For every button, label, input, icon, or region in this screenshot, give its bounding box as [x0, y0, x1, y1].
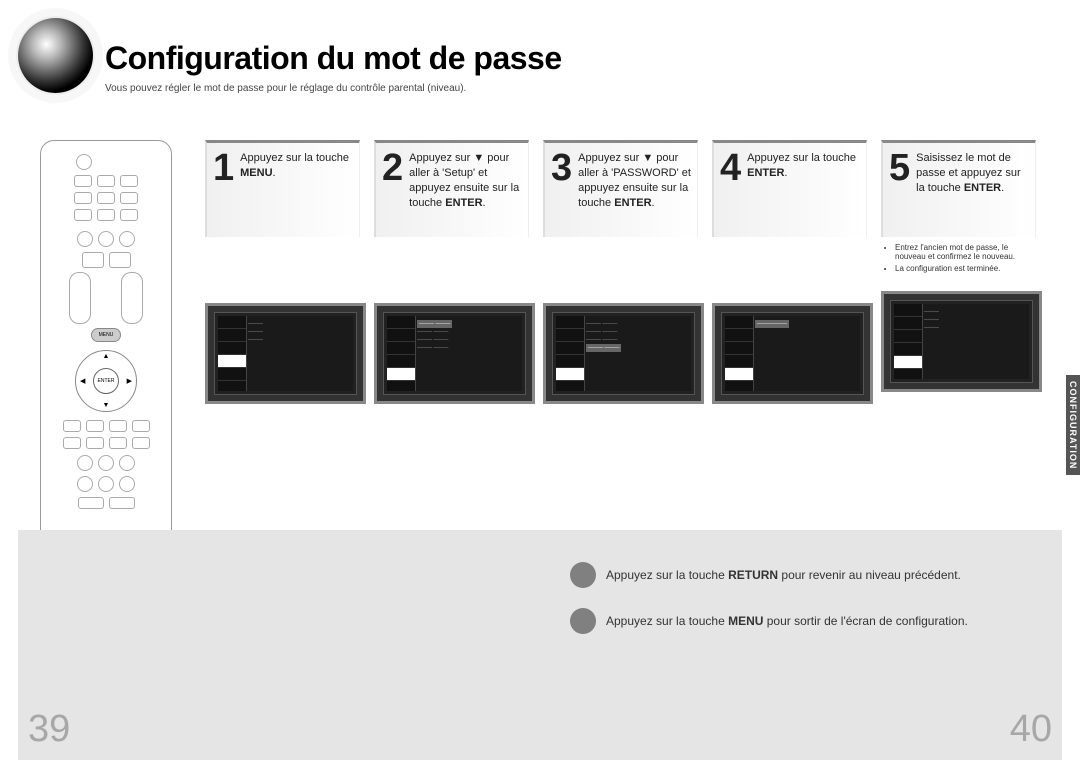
- step-text: Appuyez sur ▼ pour aller à 'Setup' et ap…: [409, 151, 522, 210]
- step-text: Appuyez sur ▼ pour aller à 'PASSWORD' et…: [578, 151, 691, 210]
- tv-screenshot-4: ——————: [712, 303, 873, 404]
- footer-line-1: Appuyez sur la touche RETURN pour reveni…: [606, 568, 961, 582]
- remote-enter-button: ENTER: [93, 368, 119, 394]
- step-5: 5 Saisissez le mot de passe et appuyez s…: [881, 140, 1036, 404]
- manual-page: Configuration du mot de passe Vous pouve…: [0, 0, 1080, 763]
- step-4: 4 Appuyez sur la touche ENTER. ——————: [712, 140, 867, 404]
- step-text: Appuyez sur la touche MENU.: [240, 151, 353, 181]
- steps-row: 1 Appuyez sur la touche MENU. ————————— …: [205, 140, 1036, 404]
- remote-control-diagram: MENU ▲ ▼ ◀ ▶ ENTER: [40, 140, 172, 592]
- tv-screenshot-5: —————————: [881, 291, 1042, 392]
- bullet-icon: [570, 608, 596, 634]
- bullet-icon: [570, 562, 596, 588]
- speaker-graphic: [18, 18, 93, 93]
- step-number: 3: [551, 151, 572, 185]
- step-1: 1 Appuyez sur la touche MENU. —————————: [205, 140, 360, 404]
- page-number-left: 39: [28, 708, 70, 751]
- remote-menu-button: MENU: [91, 328, 121, 342]
- footer-line-2: Appuyez sur la touche MENU pour sortir d…: [606, 614, 968, 628]
- tv-screenshot-3: ——— —————— —————— —————— ———: [543, 303, 704, 404]
- section-tab: CONFIGURATION: [1066, 375, 1080, 475]
- step-text: Appuyez sur la touche ENTER.: [747, 151, 860, 181]
- step-number: 2: [382, 151, 403, 185]
- remote-dpad: ▲ ▼ ◀ ▶ ENTER: [75, 350, 137, 412]
- step-2: 2 Appuyez sur ▼ pour aller à 'Setup' et …: [374, 140, 529, 404]
- step-number: 4: [720, 151, 741, 185]
- header: Configuration du mot de passe Vous pouve…: [105, 40, 562, 94]
- page-number-right: 40: [1010, 708, 1052, 751]
- tv-screenshot-2: ——— —————— —————— —————— ———: [374, 303, 535, 404]
- tv-screenshot-1: —————————: [205, 303, 366, 404]
- step-number: 5: [889, 151, 910, 185]
- page-subtitle: Vous pouvez régler le mot de passe pour …: [105, 83, 562, 94]
- step-text: Saisissez le mot de passe et appuyez sur…: [916, 151, 1029, 196]
- page-title: Configuration du mot de passe: [105, 40, 562, 77]
- step-notes: Entrez l'ancien mot de passe, le nouveau…: [881, 243, 1036, 273]
- step-number: 1: [213, 151, 234, 185]
- footer-info: Appuyez sur la touche RETURN pour reveni…: [570, 562, 968, 654]
- step-3: 3 Appuyez sur ▼ pour aller à 'PASSWORD' …: [543, 140, 698, 404]
